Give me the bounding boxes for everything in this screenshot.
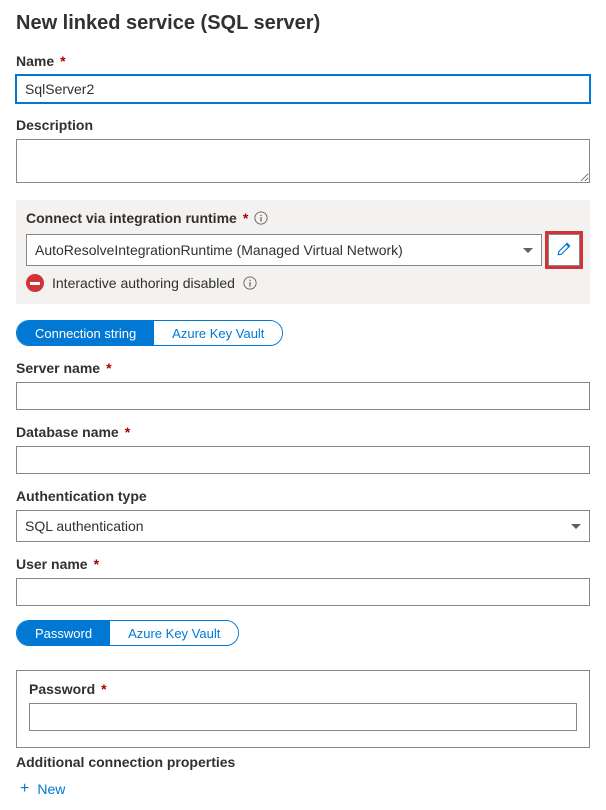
runtime-warning: Interactive authoring disabled [26,274,580,292]
disabled-icon [26,274,44,292]
password-input[interactable] [29,703,577,731]
additional-props-header: Additional connection properties [16,754,590,770]
auth-type-label: Authentication type [16,488,590,504]
server-name-input[interactable] [16,382,590,410]
user-name-label: User name* [16,556,590,572]
info-icon [243,276,257,290]
info-icon [254,211,268,225]
tab-password[interactable]: Password [17,621,110,645]
password-tabs[interactable]: Password Azure Key Vault [16,620,239,646]
chevron-down-icon [571,524,581,529]
chevron-down-icon [523,248,533,253]
pencil-icon [557,242,571,259]
database-name-input[interactable] [16,446,590,474]
runtime-select[interactable]: AutoResolveIntegrationRuntime (Managed V… [26,234,542,266]
tab-connection-string[interactable]: Connection string [17,321,154,345]
password-label: Password* [29,681,577,697]
tab-password-keyvault[interactable]: Azure Key Vault [110,621,238,645]
description-input[interactable] [16,139,590,183]
plus-icon: + [20,780,29,798]
database-name-label: Database name* [16,424,590,440]
tab-keyvault[interactable]: Azure Key Vault [154,321,282,345]
add-property-button[interactable]: + New [16,780,590,798]
description-label: Description [16,117,590,133]
connection-tabs[interactable]: Connection string Azure Key Vault [16,320,283,346]
name-input[interactable] [16,75,590,103]
runtime-label: Connect via integration runtime* [26,210,580,226]
edit-runtime-button[interactable] [548,234,580,266]
name-label: Name* [16,53,590,69]
user-name-input[interactable] [16,578,590,606]
auth-type-select[interactable]: SQL authentication [16,510,590,542]
server-name-label: Server name* [16,360,590,376]
page-title: New linked service (SQL server) [16,12,590,35]
